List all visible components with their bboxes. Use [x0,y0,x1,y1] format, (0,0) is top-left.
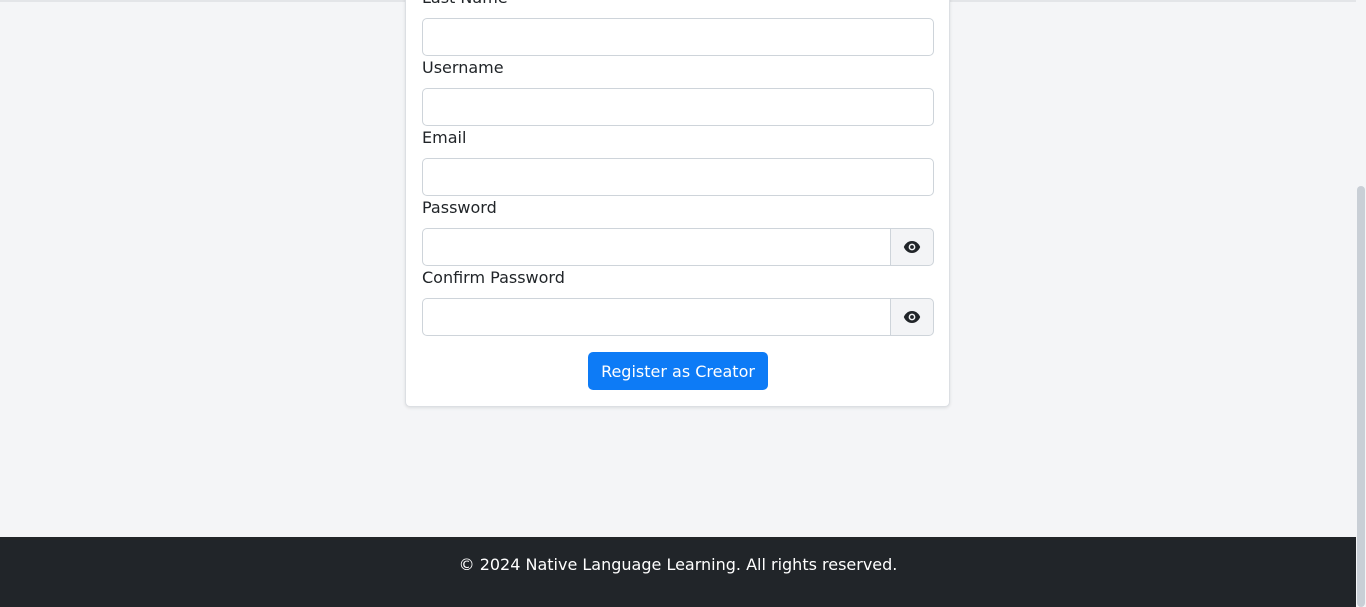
confirm-password-label: Confirm Password [422,268,565,287]
password-label: Password [422,198,497,217]
scrollbar[interactable] [1356,0,1366,607]
username-label: Username [422,58,504,77]
email-label: Email [422,128,467,147]
eye-icon [903,241,921,253]
register-as-creator-button[interactable]: Register as Creator [588,352,768,390]
toggle-password-visibility-button[interactable] [890,228,934,266]
page: Last Name Username Email Password Confir… [0,0,1366,607]
password-field[interactable] [422,228,891,266]
copyright-text: © 2024 Native Language Learning. All rig… [458,555,898,574]
confirm-password-field[interactable] [422,298,891,336]
username-field[interactable] [422,88,934,126]
footer: © 2024 Native Language Learning. All rig… [0,537,1356,607]
email-field[interactable] [422,158,934,196]
last-name-label: Last Name [422,0,508,8]
last-name-field[interactable] [422,18,934,56]
scrollbar-thumb[interactable] [1357,186,1365,607]
eye-icon [903,311,921,323]
toggle-confirm-password-visibility-button[interactable] [890,298,934,336]
